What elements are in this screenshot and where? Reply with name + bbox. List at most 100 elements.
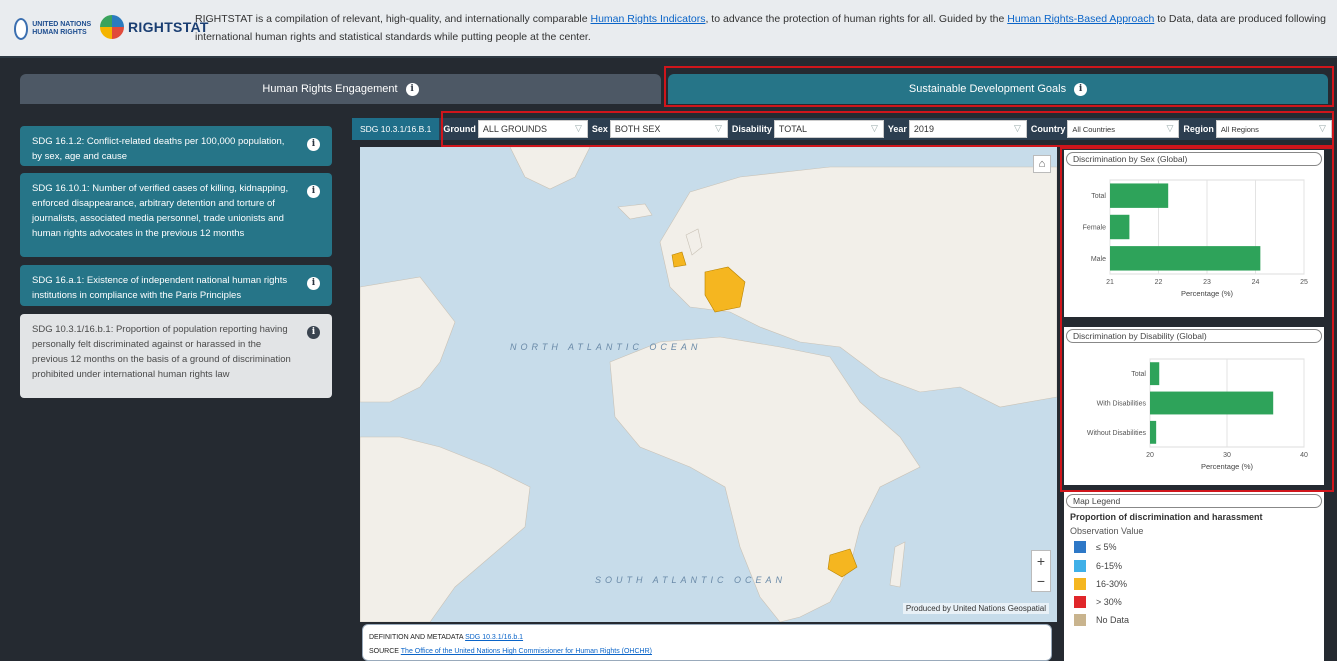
legend-label: No Data — [1096, 615, 1130, 625]
info-icon[interactable]: i — [307, 326, 320, 339]
legend-swatch — [1074, 578, 1086, 590]
legend-label: 16-30% — [1096, 579, 1128, 589]
year-value: 2019 — [913, 124, 934, 134]
info-icon[interactable]: i — [1074, 82, 1088, 96]
legend-heading: Proportion of discrimination and harassm… — [1070, 512, 1263, 522]
header-description: RIGHTSTAT is a compilation of relevant, … — [195, 10, 1330, 46]
sidebar-item-label: SDG 16.10.1: Number of verified cases of… — [32, 183, 289, 239]
definition-link[interactable]: SDG 10.3.1/16.b.1 — [465, 634, 523, 641]
ground-label: Ground — [443, 124, 476, 134]
map-legend-panel: Map Legend Proportion of discrimination … — [1064, 492, 1324, 661]
hrba-link[interactable]: Human Rights-Based Approach — [1007, 13, 1154, 25]
world-map[interactable]: NORTH ATLANTIC OCEAN SOUTH ATLANTIC OCEA… — [360, 147, 1057, 622]
country-label: Country — [1030, 124, 1066, 134]
header: UNITED NATIONS HUMAN RIGHTS RIGHTSTAT RI… — [0, 0, 1337, 58]
chart-sex-svg: 21 22 23 24 25 Total Female Male Percentage (%) — [1083, 179, 1308, 298]
bar — [1150, 420, 1157, 444]
info-icon[interactable]: i — [405, 82, 419, 96]
ground-select[interactable]: ALL GROUNDS ▽ — [477, 120, 588, 138]
x-tick-label: 20 — [1146, 452, 1154, 459]
sidebar-item-label: SDG 16.1.2: Conflict-related deaths per … — [32, 136, 285, 162]
legend-label: ≤ 5% — [1096, 542, 1117, 552]
x-tick-label: 25 — [1300, 279, 1308, 286]
source-link[interactable]: The Office of the United Nations High Co… — [401, 648, 652, 655]
disability-label: Disability — [731, 124, 772, 134]
ocean-label-south-atlantic: SOUTH ATLANTIC OCEAN — [595, 575, 787, 585]
tab-sustainable-development-goals[interactable]: Sustainable Development Goals i — [668, 74, 1328, 104]
bar — [1110, 246, 1261, 271]
legend-item: ≤ 5% — [1074, 541, 1116, 553]
y-tick-label: Male — [1091, 256, 1106, 263]
year-select[interactable]: 2019 ▽ — [908, 120, 1027, 138]
legend-title: Map Legend — [1066, 494, 1322, 508]
sidebar-item-sdg-16-10-1[interactable]: SDG 16.10.1: Number of verified cases of… — [20, 173, 332, 257]
info-icon[interactable]: i — [307, 277, 320, 290]
zoom-control: + − — [1031, 550, 1051, 592]
chevron-down-icon: ▽ — [1319, 123, 1326, 133]
zoom-in-button[interactable]: + — [1032, 551, 1050, 571]
region-select[interactable]: All Regions ▽ — [1215, 120, 1332, 138]
indicator-code: SDG 10.3.1/16.B.1 — [352, 118, 440, 140]
x-tick-label: 22 — [1155, 279, 1163, 286]
filter-bar: SDG 10.3.1/16.B.1 Ground ALL GROUNDS ▽ Se… — [352, 118, 1332, 140]
tab-human-rights-engagement[interactable]: Human Rights Engagement i — [20, 74, 661, 104]
legend-item: No Data — [1074, 614, 1129, 626]
zoom-out-button[interactable]: − — [1032, 571, 1050, 591]
desc-text-2: , to advance the protection of human rig… — [705, 13, 1008, 25]
sidebar-item-sdg-16-a-1[interactable]: SDG 16.a.1: Existence of independent nat… — [20, 265, 332, 306]
chart-panel-disability: Discrimination by Disability (Global) 20… — [1064, 327, 1324, 485]
sex-select[interactable]: BOTH SEX ▽ — [609, 120, 728, 138]
sidebar-item-sdg-10-3-1-active[interactable]: SDG 10.3.1/16.b.1: Proportion of populat… — [20, 314, 332, 398]
x-tick-label: 23 — [1203, 279, 1211, 286]
desc-text-1: RIGHTSTAT is a compilation of relevant, … — [195, 13, 591, 25]
un-logo-text: UNITED NATIONS HUMAN RIGHTS — [32, 21, 92, 36]
sex-value: BOTH SEX — [614, 124, 661, 134]
definition-label: DEFINITION AND METADATA — [369, 634, 464, 641]
chart-panel-sex: Discrimination by Sex (Global) 21 22 23 24 2… — [1064, 150, 1324, 317]
year-label: Year — [887, 124, 907, 134]
rightstat-globe-icon — [100, 15, 124, 39]
sidebar-item-label: SDG 10.3.1/16.b.1: Proportion of populat… — [32, 324, 291, 380]
y-tick-label: Without Disabilities — [1087, 430, 1147, 437]
metadata-box: DEFINITION AND METADATA SDG 10.3.1/16.b.… — [362, 624, 1052, 661]
legend-swatch — [1074, 614, 1086, 626]
country-value: All Countries — [1072, 124, 1115, 134]
home-icon[interactable]: ⌂ — [1033, 155, 1051, 173]
legend-swatch — [1074, 596, 1086, 608]
chart-disability-svg: 20 30 40 Total With Disabilities Without Disa… — [1087, 358, 1308, 471]
x-axis-label: Percentage (%) — [1181, 289, 1234, 298]
legend-label: 6-15% — [1096, 561, 1123, 571]
ground-value: ALL GROUNDS — [482, 124, 548, 134]
legend-swatch — [1074, 560, 1086, 572]
human-rights-indicators-link[interactable]: Human Rights Indicators — [591, 13, 706, 25]
info-icon[interactable]: i — [307, 185, 320, 198]
rightstat-logo[interactable]: RIGHTSTAT — [100, 15, 209, 39]
disability-select[interactable]: TOTAL ▽ — [773, 120, 884, 138]
bar — [1110, 183, 1169, 208]
y-tick-label: Total — [1131, 371, 1146, 378]
chevron-down-icon: ▽ — [870, 123, 878, 133]
chevron-down-icon: ▽ — [1014, 123, 1021, 133]
country-select[interactable]: All Countries ▽ — [1067, 120, 1180, 138]
legend-swatch — [1074, 541, 1086, 553]
y-tick-label: Total — [1091, 193, 1106, 200]
sidebar-item-sdg-16-1-2[interactable]: SDG 16.1.2: Conflict-related deaths per … — [20, 126, 332, 166]
y-tick-label: With Disabilities — [1097, 401, 1147, 408]
tab-label: Human Rights Engagement — [262, 83, 398, 95]
chart-title: Discrimination by Disability (Global) — [1066, 329, 1322, 343]
chevron-down-icon: ▽ — [714, 123, 722, 133]
x-tick-label: 40 — [1300, 452, 1308, 459]
bar — [1110, 214, 1130, 240]
legend-item: 6-15% — [1074, 560, 1122, 572]
region-label: Region — [1183, 124, 1214, 134]
sex-label: Sex — [591, 124, 608, 134]
chevron-down-icon: ▽ — [1166, 123, 1174, 133]
un-human-rights-logo[interactable]: UNITED NATIONS HUMAN RIGHTS — [14, 16, 98, 42]
disability-value: TOTAL — [778, 124, 808, 134]
x-tick-label: 21 — [1106, 279, 1114, 286]
info-icon[interactable]: i — [307, 138, 320, 151]
legend-item: 16-30% — [1074, 578, 1127, 590]
x-tick-label: 24 — [1252, 279, 1260, 286]
chart-title: Discrimination by Sex (Global) — [1066, 152, 1322, 166]
sidebar-item-label: SDG 16.a.1: Existence of independent nat… — [32, 275, 288, 301]
